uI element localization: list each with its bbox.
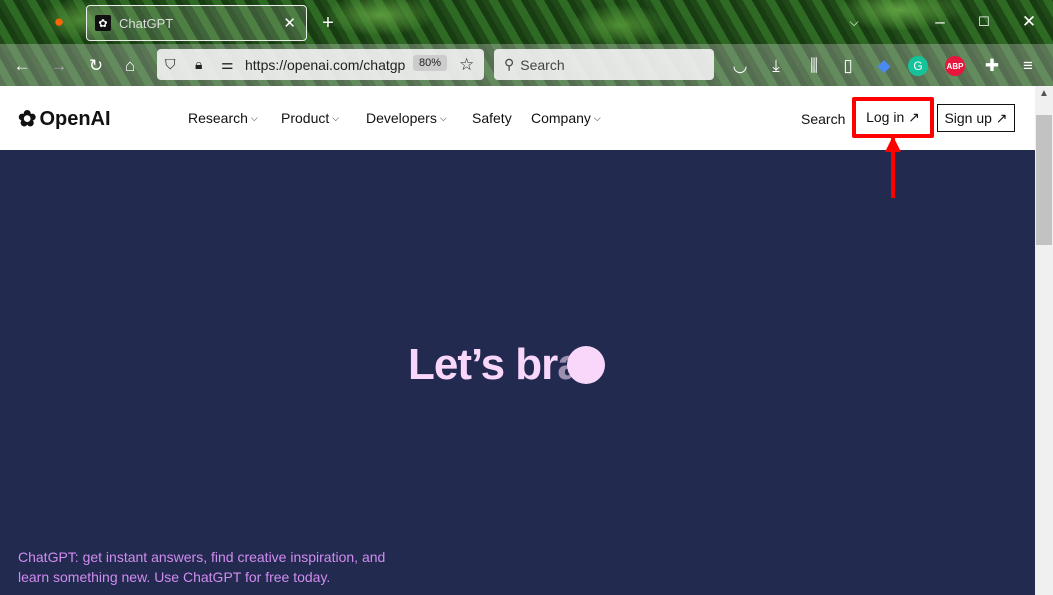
extensions-puzzle-icon[interactable]: ✚ (980, 54, 1004, 78)
maximize-icon[interactable]: ☐ (972, 10, 996, 34)
firefox-icon[interactable]: ● (47, 10, 71, 34)
chevron-down-icon: ⌵ (439, 113, 447, 123)
zoom-level[interactable]: 80% (413, 55, 448, 71)
search-link[interactable]: Search (801, 111, 845, 127)
scrollbar-thumb[interactable] (1036, 115, 1052, 245)
hero-headline: Let’s bra (408, 340, 605, 390)
library-icon[interactable]: ⫼ (802, 54, 826, 78)
login-button[interactable]: Log in ↗ (852, 97, 934, 138)
search-placeholder: Search (520, 56, 565, 73)
chevron-down-icon: ⌵ (593, 113, 601, 123)
tab-chatgpt[interactable]: ✿ ChatGPT ✕ (86, 5, 307, 41)
downloads-icon[interactable]: ⤓ (764, 54, 788, 78)
tagline: ChatGPT: get instant answers, find creat… (18, 549, 386, 585)
permissions-icon[interactable]: ⚌ (221, 56, 241, 73)
chevron-down-icon: ⌵ (332, 113, 340, 123)
tab-title: ChatGPT (119, 15, 174, 31)
pocket-icon[interactable]: ◡ (728, 54, 752, 78)
nav-developers[interactable]: Developers ⌵ (366, 110, 447, 126)
menu-icon[interactable]: ≡ (1016, 54, 1040, 78)
nav-research[interactable]: Research ⌵ (188, 110, 258, 126)
site-header: ✿ OpenAI Research ⌵ Product ⌵ Developers ⌵ S… (0, 86, 1035, 150)
nav-safety[interactable]: Safety (472, 110, 512, 126)
scroll-up-icon[interactable]: ▲ (1035, 88, 1053, 99)
nav-product[interactable]: Product ⌵ (281, 110, 339, 126)
forward-icon[interactable]: → (47, 54, 71, 78)
signup-button[interactable]: Sign up ↗ (937, 104, 1015, 132)
nav-company[interactable]: Company ⌵ (531, 110, 601, 126)
logo-text: OpenAI (39, 107, 111, 130)
openai-favicon: ✿ (95, 15, 111, 31)
new-tab-icon[interactable]: + (316, 11, 340, 35)
headline-text: Let’s br (408, 340, 558, 389)
minimize-icon[interactable]: – (928, 10, 952, 34)
close-window-icon[interactable]: ✕ (1017, 10, 1041, 34)
reload-icon[interactable]: ↻ (84, 54, 108, 78)
lock-icon[interactable]: 🔒︎ (195, 56, 215, 73)
annotation-arrow (891, 138, 895, 198)
url-text[interactable]: https://openai.com/chatgp (245, 57, 405, 73)
openai-logo-icon: ✿ (18, 106, 37, 131)
extension-icon[interactable]: ◆ (872, 54, 896, 78)
bookmark-star-icon[interactable]: ☆ (459, 55, 474, 75)
reader-view-icon[interactable]: ▯ (836, 54, 860, 78)
url-bar[interactable]: ⛉ 🔒︎ ⚌ https://openai.com/chatgp 80% ☆ (157, 49, 484, 80)
search-icon: ⚲ (504, 56, 515, 72)
back-icon[interactable]: ← (10, 54, 34, 78)
adblock-icon[interactable]: ABP (945, 56, 965, 76)
openai-logo[interactable]: ✿ OpenAI (18, 106, 111, 132)
chevron-down-icon: ⌵ (250, 113, 258, 123)
shield-icon[interactable]: ⛉ (165, 56, 185, 73)
home-icon[interactable]: ⌂ (118, 54, 142, 78)
close-tab-icon[interactable]: ✕ (283, 14, 296, 32)
list-tabs-icon[interactable]: ⌵ (842, 10, 866, 34)
search-bar[interactable]: ⚲ Search (494, 49, 714, 80)
typing-cursor-dot (566, 346, 605, 384)
grammarly-icon[interactable]: G (908, 56, 928, 76)
browser-chrome: ● ✿ ChatGPT ✕ + ⌵ – ☐ ✕ ← → ↻ ⌂ ⛉ 🔒︎ ⚌ h… (0, 0, 1053, 86)
